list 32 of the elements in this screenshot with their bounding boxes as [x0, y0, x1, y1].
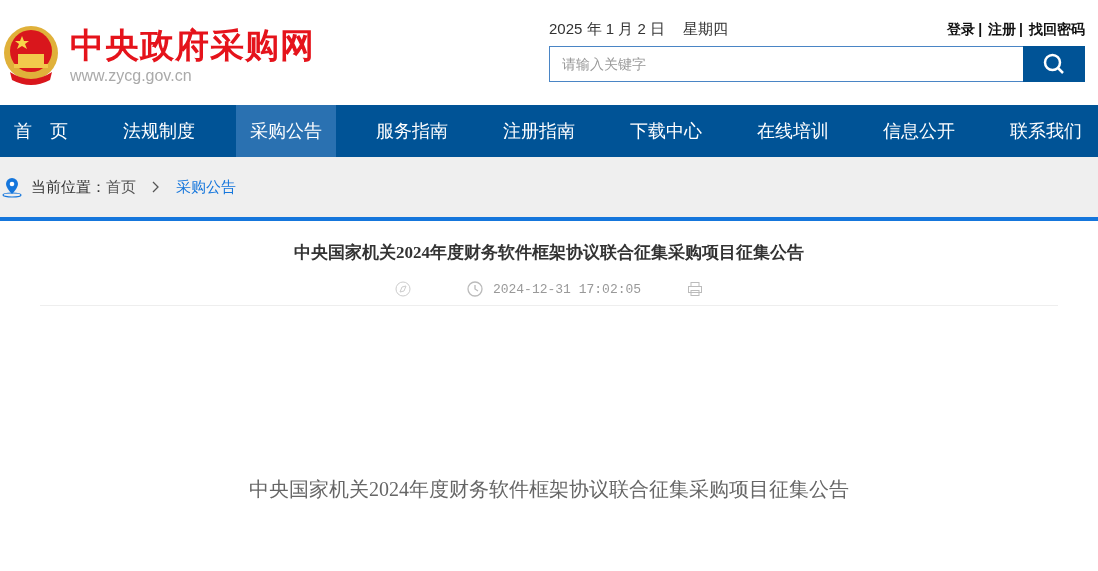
compass-icon[interactable] [394, 281, 411, 297]
chevron-right-icon [152, 181, 160, 193]
print-icon[interactable] [687, 281, 704, 297]
article-body: 中央国家机关2024年度财务软件框架协议联合征集采购项目征集公告 [248, 477, 850, 502]
publish-time: 2024-12-31 17:02:05 [492, 281, 642, 297]
nav-tab[interactable]: 法规制度 [108, 105, 209, 157]
search-icon [1042, 52, 1066, 76]
breadcrumb-label: 当前位置： [31, 177, 106, 197]
nav-tab[interactable]: 采购公告 [235, 105, 336, 157]
nav-tab[interactable]: 在线培训 [742, 105, 843, 157]
nav-tab[interactable]: 首 页 [0, 105, 82, 157]
date-text: 2025 年 1 月 2 日 [549, 20, 665, 39]
nav-tab[interactable]: 服务指南 [362, 105, 463, 157]
account-link[interactable]: 找回密码 [1029, 20, 1085, 39]
clock-icon [466, 281, 483, 297]
nav-tab[interactable]: 联系我们 [996, 105, 1096, 157]
account-link[interactable]: 注册 [988, 20, 1017, 39]
site-url: www.zycg.gov.cn [70, 67, 193, 85]
search-field[interactable]: 请输入关键字 [549, 46, 1023, 82]
article-title: 中央国家机关2024年度财务软件框架协议联合征集采购项目征集公告 [293, 242, 805, 264]
separator: | [978, 20, 983, 39]
search-button[interactable] [1023, 46, 1085, 82]
nav-tab[interactable]: 下载中心 [615, 105, 716, 157]
breadcrumb-link[interactable]: 首页 [106, 177, 136, 197]
nav-tab[interactable]: 注册指南 [489, 105, 589, 157]
separator: | [1019, 20, 1023, 39]
nav-tab[interactable]: 信息公开 [869, 105, 970, 157]
account-link[interactable]: 登录 [947, 20, 976, 39]
weekday-text: 星期四 [682, 20, 728, 39]
site-title: 中央政府采购网 [70, 25, 315, 65]
breadcrumb-link[interactable]: 采购公告 [176, 177, 236, 197]
emblem-logo [2, 24, 60, 86]
